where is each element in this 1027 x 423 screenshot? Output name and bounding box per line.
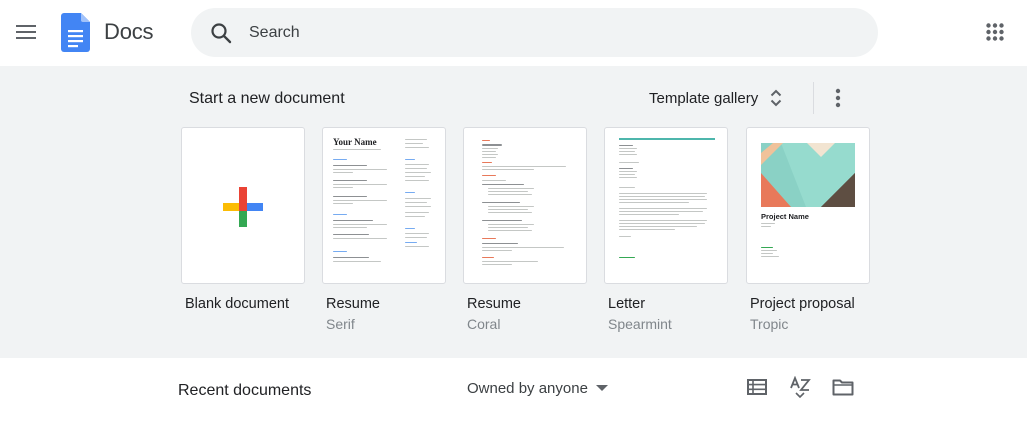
app-header: Docs [0, 0, 1027, 66]
template-gallery-label: Template gallery [649, 89, 759, 107]
section-title: Start a new document [189, 90, 345, 107]
docs-logo-icon[interactable] [61, 13, 90, 52]
template-name: Project proposal [750, 296, 855, 312]
resume-heading: Your Name [333, 137, 377, 147]
template-section: Start a new document Template gallery Bl… [0, 66, 1027, 358]
app-title[interactable]: Docs [104, 19, 154, 45]
apps-grid-icon [986, 23, 1004, 41]
template-blank-document[interactable]: Blank document [181, 127, 305, 312]
template-subtitle: Coral [467, 316, 501, 332]
template-thumbnail[interactable]: Project Name [746, 127, 870, 284]
recent-documents-title: Recent documents [178, 382, 312, 399]
toolbar-divider [813, 82, 814, 114]
tropic-header-graphic [761, 143, 855, 207]
template-subtitle: Tropic [750, 316, 789, 332]
list-view-button[interactable] [743, 373, 771, 401]
template-resume-coral[interactable]: Resume Coral [463, 127, 587, 332]
folder-icon [832, 379, 854, 396]
main-menu-button[interactable] [8, 14, 44, 50]
dropdown-arrow-icon [595, 385, 608, 391]
template-thumbnail[interactable] [604, 127, 728, 284]
search-icon[interactable] [209, 21, 233, 45]
template-thumbnail[interactable] [463, 127, 587, 284]
google-apps-button[interactable] [980, 17, 1010, 47]
sort-az-icon [790, 376, 811, 398]
owner-filter-dropdown[interactable]: Owned by anyone [460, 374, 615, 402]
more-vert-icon [835, 88, 841, 108]
hamburger-menu-icon [16, 25, 36, 39]
owner-filter-label: Owned by anyone [467, 379, 588, 397]
proposal-heading: Project Name [761, 212, 809, 221]
list-view-icon [747, 379, 767, 395]
template-gallery-button[interactable]: Template gallery [641, 82, 790, 114]
template-subtitle: Spearmint [608, 316, 672, 332]
template-subtitle: Serif [326, 316, 355, 332]
template-name: Letter [608, 296, 646, 312]
template-thumbnail[interactable] [181, 127, 305, 284]
file-picker-button[interactable] [829, 373, 857, 401]
template-thumbnail[interactable]: Your Name [322, 127, 446, 284]
template-name: Resume [326, 296, 380, 312]
unfold-more-icon [771, 89, 782, 107]
template-name: Resume [467, 296, 521, 312]
spearmint-rule [619, 138, 715, 140]
template-project-proposal-tropic[interactable]: Project Name Project proposal Tropic [746, 127, 870, 332]
more-options-button[interactable] [823, 81, 853, 115]
template-letter-spearmint[interactable]: Letter Spearmint [604, 127, 728, 332]
plus-icon [223, 187, 263, 227]
search-bar[interactable] [191, 8, 878, 57]
search-input[interactable] [249, 8, 849, 57]
template-resume-serif[interactable]: Your Name Resume Serif [322, 127, 446, 332]
sort-options-button[interactable] [786, 373, 814, 401]
template-name: Blank document [185, 296, 289, 312]
